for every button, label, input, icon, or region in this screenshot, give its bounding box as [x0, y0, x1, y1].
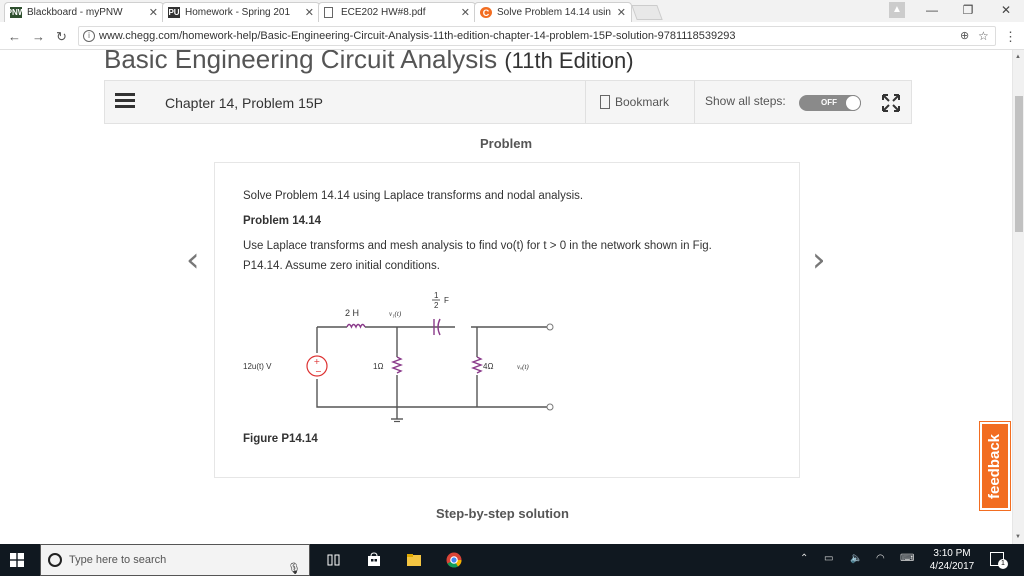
close-icon[interactable]: ✕ — [461, 6, 470, 19]
tab-title: Solve Problem 14.14 usin — [497, 7, 611, 18]
book-title-text: Basic Engineering Circuit Analysis — [104, 50, 498, 74]
address-toolbar: ← → ↻ i www.chegg.com/homework-help/Basi… — [0, 22, 1024, 50]
close-icon[interactable]: ✕ — [305, 6, 314, 19]
cap-num-label: 1 — [434, 291, 439, 300]
page-scrollbar[interactable]: ▲ ▼ — [1012, 50, 1024, 544]
tab-title: Blackboard - myPNW — [27, 7, 123, 18]
bookmark-label: Bookmark — [615, 95, 670, 109]
microphone-icon[interactable]: 🎙 — [287, 554, 301, 576]
toggle-knob — [845, 95, 861, 111]
scroll-thumb[interactable] — [1015, 96, 1023, 232]
document-icon — [324, 7, 333, 18]
toggle-label: OFF — [821, 98, 837, 107]
windows-start-icon[interactable] — [10, 553, 24, 567]
chapter-bar: Chapter 14, Problem 15P Bookmark Show al… — [104, 80, 912, 124]
chapter-title: Chapter 14, Problem 15P — [165, 95, 323, 111]
battery-icon[interactable]: ▭ — [824, 553, 833, 564]
scroll-up-icon[interactable]: ▲ — [1015, 54, 1021, 60]
solution-heading: Step-by-step solution — [436, 506, 569, 521]
notification-badge: 1 — [998, 559, 1008, 569]
browser-tab-bar: PNW Blackboard - myPNW ✕ PU Homework - S… — [0, 0, 1024, 22]
reload-icon[interactable]: ↻ — [56, 29, 67, 45]
search-placeholder: Type here to search — [69, 554, 167, 566]
clock-time: 3:10 PM — [933, 548, 971, 559]
tab-blackboard[interactable]: PNW Blackboard - myPNW ✕ — [4, 2, 164, 22]
store-icon[interactable] — [366, 552, 382, 568]
new-tab-button[interactable] — [631, 5, 663, 20]
back-icon[interactable]: ← — [8, 29, 21, 44]
r2-label: 4Ω — [483, 362, 493, 371]
tab-chegg[interactable]: C Solve Problem 14.14 usin ✕ — [474, 2, 632, 22]
r1-label: 1Ω — [373, 362, 383, 371]
problem-sub-heading: Problem 14.14 — [243, 215, 321, 227]
wifi-icon[interactable]: ◠ — [876, 553, 885, 564]
book-edition: (11th Edition) — [504, 50, 634, 73]
circuit-figure: + − 2 H v₁(t) 1 2 F 12u(t) V 1Ω 4Ω vₒ(t) — [243, 291, 554, 423]
tab-title: Homework - Spring 201 — [185, 7, 291, 18]
problem-text-2: Use Laplace transforms and mesh analysis… — [243, 240, 712, 252]
url-bar[interactable]: i www.chegg.com/homework-help/Basic-Engi… — [78, 26, 996, 46]
homework-favicon-icon: PU — [168, 7, 180, 18]
chrome-icon[interactable] — [446, 552, 462, 568]
keyboard-icon[interactable]: ⌨ — [900, 553, 914, 564]
cortana-icon — [48, 553, 62, 567]
blackboard-favicon-icon: PNW — [6, 7, 26, 18]
task-view-icon[interactable] — [326, 552, 342, 568]
vo-label: vₒ(t) — [517, 363, 529, 371]
windows-taskbar: Type here to search 🎙 ⌃ ▭ 🔈 ◠ ⌨ 3:10 PM … — [0, 544, 1024, 576]
forward-icon[interactable]: → — [32, 29, 45, 44]
previous-arrow-icon[interactable]: ‹ — [186, 240, 200, 280]
feedback-label: feedback — [986, 433, 1004, 499]
book-title: Basic Engineering Circuit Analysis (11th… — [104, 50, 634, 75]
hamburger-menu-icon[interactable] — [115, 93, 135, 111]
chegg-favicon-icon: C — [480, 7, 492, 18]
next-arrow-icon[interactable]: › — [812, 240, 826, 280]
figure-caption: Figure P14.14 — [243, 433, 318, 445]
show-steps-label: Show all steps: — [705, 94, 786, 108]
problem-text-3: P14.14. Assume zero initial conditions. — [243, 260, 440, 272]
taskbar-search-input[interactable]: Type here to search 🎙 — [40, 544, 310, 576]
close-icon[interactable]: ✕ — [149, 6, 158, 19]
info-icon[interactable]: i — [83, 30, 95, 42]
tab-pdf[interactable]: ECE202 HW#8.pdf ✕ — [318, 2, 476, 22]
expand-icon[interactable] — [881, 93, 901, 113]
svg-text:+: + — [314, 357, 321, 366]
clock-date: 4/24/2017 — [929, 561, 975, 572]
tab-title: ECE202 HW#8.pdf — [341, 7, 426, 18]
star-icon[interactable]: ☆ — [978, 29, 989, 43]
volume-icon[interactable]: 🔈 — [850, 553, 862, 564]
page-content: Basic Engineering Circuit Analysis (11th… — [0, 50, 1012, 544]
feedback-button[interactable]: feedback — [979, 421, 1011, 511]
v1-label: v₁(t) — [389, 310, 402, 318]
bookmark-button[interactable]: Bookmark — [585, 81, 695, 123]
url-text: www.chegg.com/homework-help/Basic-Engine… — [99, 30, 736, 42]
show-hidden-icons-icon[interactable]: ⌃ — [800, 553, 808, 564]
problem-box: Solve Problem 14.14 using Laplace transf… — [214, 162, 800, 478]
bookmark-icon — [600, 95, 610, 109]
inductor-label: 2 H — [345, 308, 359, 318]
zoom-icon[interactable]: ⊕ — [960, 29, 969, 42]
file-explorer-icon[interactable] — [406, 552, 422, 568]
problem-text-1: Solve Problem 14.14 using Laplace transf… — [243, 190, 584, 202]
menu-dots-icon[interactable]: ⋮ — [1004, 29, 1017, 45]
tab-homework[interactable]: PU Homework - Spring 201 ✕ — [162, 2, 320, 22]
restore-icon[interactable]: ❐ — [956, 3, 980, 17]
taskbar-clock[interactable]: 3:10 PM 4/24/2017 — [926, 547, 978, 573]
close-window-icon[interactable]: ✕ — [994, 3, 1018, 17]
problem-heading: Problem — [480, 136, 533, 151]
svg-text:−: − — [315, 367, 322, 376]
cap-unit-label: F — [444, 296, 449, 305]
cap-den-label: 2 — [434, 301, 439, 310]
close-icon[interactable]: ✕ — [617, 6, 626, 19]
show-steps-toggle[interactable]: OFF — [799, 95, 861, 111]
profile-icon[interactable]: ▲ — [889, 2, 905, 18]
minimize-icon[interactable]: — — [920, 3, 944, 17]
source-label: 12u(t) V — [243, 362, 272, 371]
scroll-down-icon[interactable]: ▼ — [1015, 534, 1021, 540]
